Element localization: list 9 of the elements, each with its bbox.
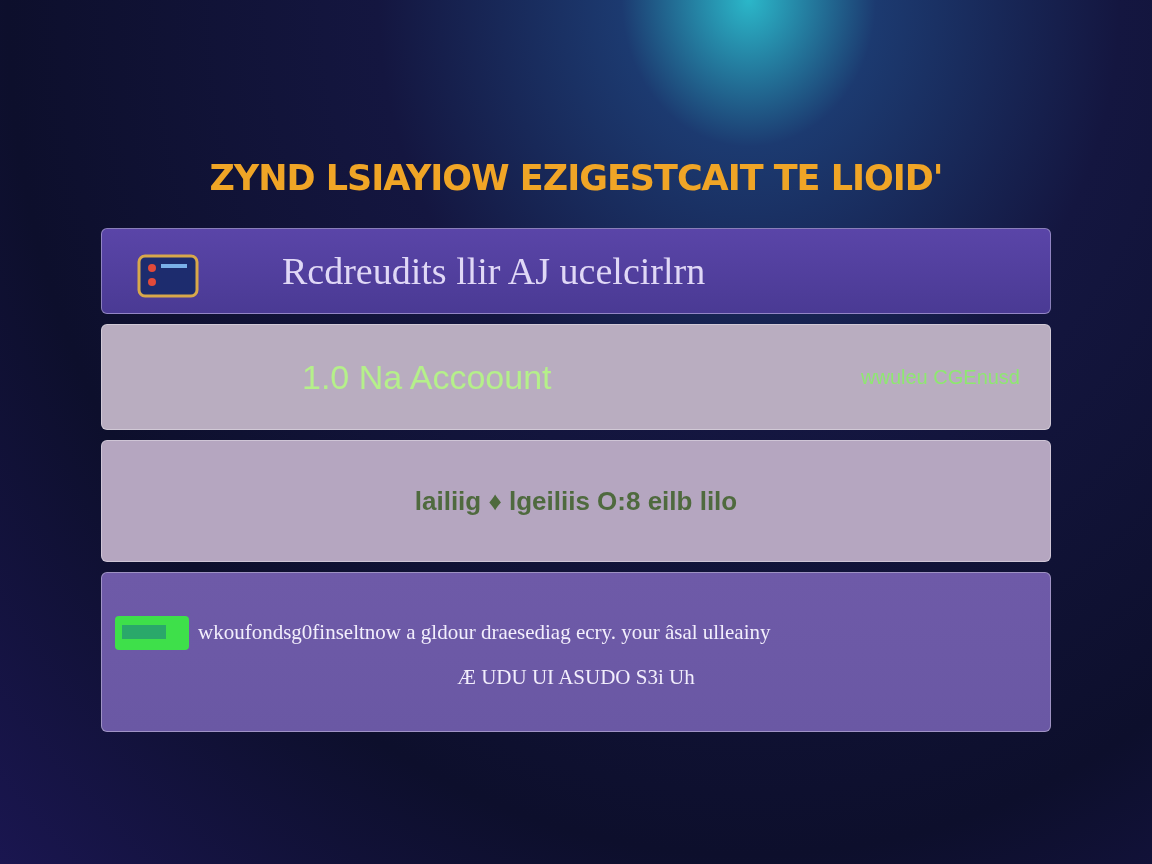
account-label: 1.0 Na Accoount bbox=[302, 357, 552, 397]
page-title: ZYND LSIAYIOW EZIGESTCAIT TE LIOID' bbox=[209, 158, 943, 198]
card-icon bbox=[114, 614, 190, 651]
account-note: wwuleu CGEnusd bbox=[861, 365, 1020, 389]
device-icon bbox=[137, 254, 199, 298]
header-label: Rcdreudits llir AJ ucelcirlrn bbox=[282, 249, 706, 293]
message-text: wkoufondsg0finseltnow a gldour draesediag ecry. your âsal ulleainy bbox=[198, 620, 771, 645]
message-subtext: Æ UDU UI ASUDO S3i Uh bbox=[457, 664, 695, 690]
blurred-label: lailiig ♦ lgeiliis O:8 eilb lilo bbox=[414, 485, 738, 517]
